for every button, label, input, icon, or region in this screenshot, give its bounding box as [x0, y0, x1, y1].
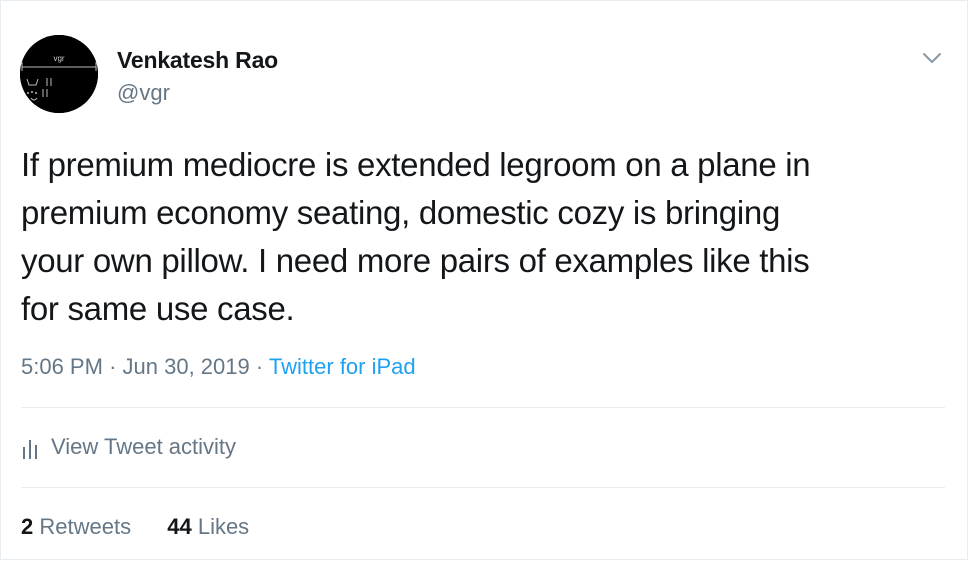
analytics-icon: [23, 440, 37, 459]
tweet-text: If premium mediocre is extended legroom …: [21, 146, 811, 327]
divider: [21, 407, 945, 408]
divider: [21, 487, 945, 488]
tweet-stats: 2 Retweets 44 Likes: [21, 514, 249, 540]
retweets-label: Retweets: [39, 514, 132, 539]
likes-stat[interactable]: 44 Likes: [167, 514, 249, 539]
author-handle[interactable]: @vgr: [117, 80, 170, 106]
tweet-date[interactable]: Jun 30, 2019: [123, 354, 250, 379]
retweets-stat[interactable]: 2 Retweets: [21, 514, 131, 539]
meta-separator: ·: [109, 354, 117, 379]
avatar[interactable]: vgr: [20, 35, 98, 113]
author-name[interactable]: Venkatesh Rao: [117, 47, 278, 74]
view-tweet-activity-label: View Tweet activity: [51, 434, 237, 459]
avatar-label: vgr: [53, 54, 64, 63]
tweet-source-link[interactable]: Twitter for iPad: [269, 354, 416, 379]
likes-count: 44: [167, 514, 192, 539]
chevron-down-icon[interactable]: [919, 45, 945, 71]
likes-label: Likes: [197, 514, 250, 539]
retweets-count: 2: [21, 514, 34, 539]
meta-separator: ·: [255, 354, 264, 379]
view-tweet-activity-link[interactable]: View Tweet activity: [21, 434, 236, 460]
tweet-time[interactable]: 5:06 PM: [21, 354, 103, 379]
tweet-card: vgr Venkatesh Rao @vgr If premium medioc…: [0, 0, 968, 560]
tweet-meta: 5:06 PM · Jun 30, 2019 · Twitter for iPa…: [21, 354, 416, 380]
